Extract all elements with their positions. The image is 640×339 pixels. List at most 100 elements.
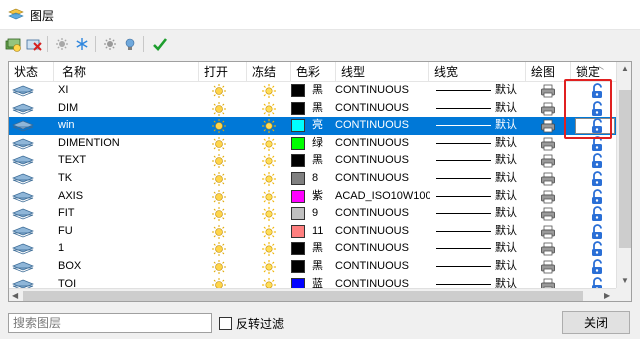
- printer-icon[interactable]: [540, 119, 556, 133]
- unlocked-padlock-icon[interactable]: [589, 83, 605, 99]
- col-name[interactable]: 名称: [54, 62, 199, 82]
- color-swatch[interactable]: [291, 260, 305, 273]
- lineweight[interactable]: 默认: [495, 205, 525, 223]
- color-swatch[interactable]: [291, 242, 305, 256]
- layer-row[interactable]: FU 11 CONTINUOUS 默认: [9, 223, 616, 241]
- printer-icon[interactable]: [540, 207, 556, 221]
- linetype[interactable]: CONTINUOUS: [335, 223, 430, 241]
- sun-thaw-icon[interactable]: [259, 206, 279, 222]
- unlocked-padlock-icon[interactable]: [589, 241, 605, 257]
- printer-icon[interactable]: [540, 84, 556, 98]
- layer-row[interactable]: DIM 黑 CONTINUOUS 默认: [9, 100, 616, 118]
- scroll-up-icon[interactable]: ▲: [621, 64, 629, 73]
- layer-row[interactable]: BOX 黑 CONTINUOUS 默认: [9, 258, 616, 276]
- color-swatch[interactable]: [291, 172, 305, 185]
- color-name[interactable]: 8: [312, 170, 334, 188]
- bulb-button[interactable]: [121, 35, 139, 53]
- light-on-icon[interactable]: [209, 101, 229, 117]
- lineweight[interactable]: 默认: [495, 135, 525, 153]
- scroll-right-icon[interactable]: ▶: [604, 291, 610, 300]
- unlocked-padlock-icon[interactable]: [589, 188, 605, 205]
- layer-name[interactable]: 1: [54, 240, 194, 258]
- snowflake-button[interactable]: [73, 35, 91, 53]
- col-freeze[interactable]: 冻结: [247, 62, 291, 82]
- color-name[interactable]: 黑: [312, 152, 334, 170]
- scroll-left-icon[interactable]: ◀: [12, 291, 18, 300]
- linetype[interactable]: CONTINUOUS: [335, 135, 430, 153]
- sun-thaw-icon[interactable]: [259, 101, 279, 117]
- unlocked-padlock-icon[interactable]: [589, 100, 605, 117]
- sun-thaw-icon[interactable]: [259, 241, 279, 257]
- col-color[interactable]: 色彩: [291, 62, 336, 82]
- color-swatch[interactable]: [291, 84, 305, 97]
- color-swatch[interactable]: [291, 154, 305, 168]
- linetype[interactable]: CONTINUOUS: [335, 205, 430, 223]
- light-on-icon[interactable]: [209, 259, 229, 275]
- scroll-down-icon[interactable]: ▼: [621, 276, 629, 285]
- unlocked-padlock-icon[interactable]: [589, 135, 605, 152]
- color-name[interactable]: 黑: [312, 100, 334, 118]
- sun-thaw-icon[interactable]: [259, 171, 279, 187]
- color-swatch[interactable]: [291, 207, 305, 221]
- unlocked-padlock-icon[interactable]: [589, 259, 605, 275]
- light-on-icon[interactable]: [209, 136, 229, 152]
- light-on-icon[interactable]: [209, 206, 229, 222]
- sun-thaw-icon[interactable]: [259, 189, 279, 205]
- delete-layer-button[interactable]: [25, 35, 43, 53]
- light-on-icon[interactable]: [209, 118, 229, 134]
- linetype[interactable]: CONTINUOUS: [335, 152, 430, 170]
- close-button[interactable]: 关闭: [562, 311, 630, 334]
- layer-name[interactable]: FU: [54, 223, 194, 241]
- color-name[interactable]: 9: [312, 205, 334, 223]
- lineweight[interactable]: 默认: [495, 240, 525, 258]
- unlocked-padlock-icon[interactable]: [589, 223, 605, 240]
- col-lock[interactable]: 锁定: [571, 62, 616, 82]
- printer-icon[interactable]: [540, 137, 556, 151]
- lineweight[interactable]: 默认: [495, 170, 525, 188]
- lineweight[interactable]: 默认: [495, 100, 525, 118]
- color-swatch[interactable]: [291, 119, 305, 133]
- sun-thaw-icon[interactable]: [259, 259, 279, 275]
- apply-button[interactable]: [151, 35, 169, 53]
- color-name[interactable]: 黑: [312, 258, 334, 276]
- layer-name[interactable]: DIMENTION: [54, 135, 194, 153]
- light-on-icon[interactable]: [209, 153, 229, 169]
- lineweight[interactable]: 默认: [495, 223, 525, 241]
- new-layer-button[interactable]: [4, 35, 22, 53]
- horizontal-scrollbar[interactable]: ◀ ▶: [9, 288, 616, 301]
- unlocked-padlock-icon[interactable]: [589, 118, 605, 134]
- unlocked-padlock-icon[interactable]: [589, 171, 605, 187]
- printer-icon[interactable]: [540, 225, 556, 239]
- horizontal-scroll-thumb[interactable]: [23, 291, 583, 301]
- linetype[interactable]: CONTINUOUS: [335, 170, 430, 188]
- light-on-icon[interactable]: [209, 224, 229, 240]
- vertical-scrollbar[interactable]: ▲ ▼: [616, 62, 631, 288]
- layer-row[interactable]: DIMENTION 绿 CONTINUOUS 默认: [9, 135, 616, 153]
- printer-icon[interactable]: [540, 190, 556, 204]
- layer-name[interactable]: DIM: [54, 100, 194, 118]
- sun-thaw-icon[interactable]: [259, 118, 279, 134]
- layer-row[interactable]: TK 8 CONTINUOUS 默认: [9, 170, 616, 188]
- color-name[interactable]: 紫: [312, 188, 334, 206]
- col-linetype[interactable]: 线型: [336, 62, 429, 82]
- checkbox-box[interactable]: [219, 316, 232, 330]
- linetype[interactable]: CONTINUOUS: [335, 258, 430, 276]
- layer-name[interactable]: TEXT: [54, 152, 194, 170]
- color-swatch[interactable]: [291, 136, 305, 150]
- layer-row[interactable]: win 亮 CONTINUOUS 默认: [9, 117, 616, 135]
- color-swatch[interactable]: [291, 224, 305, 238]
- freeze-all-button[interactable]: [53, 35, 71, 53]
- printer-icon[interactable]: [540, 172, 556, 186]
- linetype[interactable]: CONTINUOUS: [335, 240, 430, 258]
- light-on-icon[interactable]: [209, 171, 229, 187]
- printer-icon[interactable]: [540, 242, 556, 256]
- sun-thaw-icon[interactable]: [259, 224, 279, 240]
- unlocked-padlock-icon[interactable]: [589, 206, 605, 222]
- sun-thaw-icon[interactable]: [259, 153, 279, 169]
- linetype[interactable]: CONTINUOUS: [335, 100, 430, 118]
- color-name[interactable]: 黑: [312, 82, 334, 100]
- color-swatch[interactable]: [291, 101, 305, 115]
- lineweight[interactable]: 默认: [495, 82, 525, 100]
- layer-name[interactable]: BOX: [54, 258, 194, 276]
- lineweight[interactable]: 默认: [495, 152, 525, 170]
